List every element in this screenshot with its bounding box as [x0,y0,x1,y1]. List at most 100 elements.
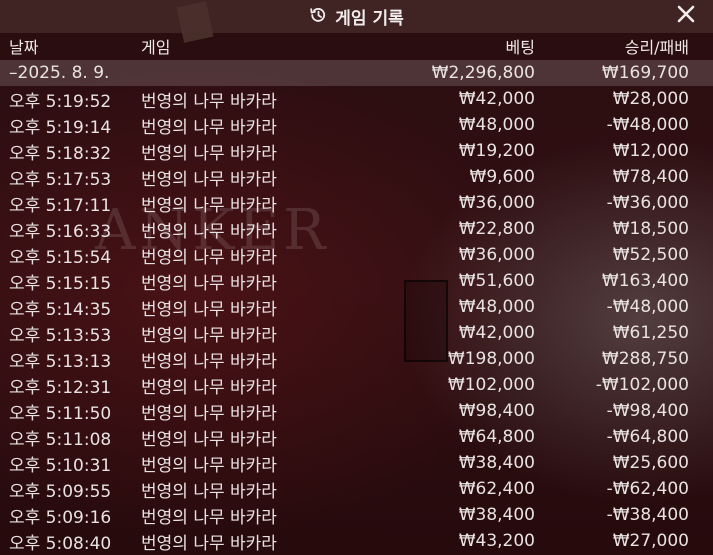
row-win-loss: ₩28,000 [612,89,689,109]
summary-win-loss: ₩169,700 [601,63,689,83]
title-bar: 게임 기록 [0,0,713,33]
title-group: 게임 기록 [309,4,404,29]
row-time: 오후 5:18:32 [9,143,112,164]
row-bet: ₩64,800 [458,427,535,447]
table-row[interactable]: 오후 5:11:08 번영의 나무 바카라 ₩64,800 -₩64,800 [0,424,713,450]
row-game: 번영의 나무 바카라 [141,481,277,502]
row-game: 번영의 나무 바카라 [141,221,277,242]
row-bet: ₩102,000 [447,375,535,395]
row-time: 오후 5:16:33 [9,221,112,242]
game-history-panel: 게임 기록 날짜 게임 베팅 승리/패배 –2025. 8. 9. ₩2,296… [0,0,713,555]
table-row[interactable]: 오후 5:19:52 번영의 나무 바카라 ₩42,000 ₩28,000 [0,86,713,112]
row-bet: ₩36,000 [458,193,535,213]
row-bet: ₩42,000 [458,323,535,343]
row-game: 번영의 나무 바카라 [141,403,277,424]
summary-bet: ₩2,296,800 [431,63,535,83]
column-header-game[interactable]: 게임 [141,34,170,58]
row-game: 번영의 나무 바카라 [141,325,277,346]
row-win-loss: -₩38,400 [606,505,689,525]
summary-date: –2025. 8. 9. [9,63,110,83]
table-row[interactable]: 오후 5:16:33 번영의 나무 바카라 ₩22,800 ₩18,500 [0,216,713,242]
row-bet: ₩43,200 [458,531,535,551]
row-bet: ₩36,000 [458,245,535,265]
row-win-loss: -₩98,400 [606,401,689,421]
row-game: 번영의 나무 바카라 [141,351,277,372]
row-win-loss: ₩25,600 [612,453,689,473]
row-time: 오후 5:19:52 [9,91,112,112]
table-row[interactable]: 오후 5:10:31 번영의 나무 바카라 ₩38,400 ₩25,600 [0,450,713,476]
row-time: 오후 5:13:53 [9,325,112,346]
row-time: 오후 5:08:40 [9,533,112,554]
row-time: 오후 5:11:50 [9,403,112,424]
table-row[interactable]: 오후 5:15:15 번영의 나무 바카라 ₩51,600 ₩163,400 [0,268,713,294]
row-bet: ₩22,800 [458,219,535,239]
row-time: 오후 5:17:53 [9,169,112,190]
close-button[interactable] [673,3,699,29]
row-bet: ₩48,000 [458,297,535,317]
row-game: 번영의 나무 바카라 [141,247,277,268]
close-icon [676,4,696,28]
table-row[interactable]: 오후 5:13:13 번영의 나무 바카라 ₩198,000 ₩288,750 [0,346,713,372]
row-time: 오후 5:09:55 [9,481,112,502]
row-time: 오후 5:11:08 [9,429,112,450]
row-bet: ₩98,400 [458,401,535,421]
history-icon [309,6,327,28]
row-bet: ₩38,400 [458,453,535,473]
column-header-win-loss[interactable]: 승리/패배 [625,34,689,58]
page-title: 게임 기록 [335,9,404,29]
table-row[interactable]: 오후 5:17:11 번영의 나무 바카라 ₩36,000 -₩36,000 [0,190,713,216]
date-summary-row[interactable]: –2025. 8. 9. ₩2,296,800 ₩169,700 [0,60,713,86]
table-row[interactable]: 오후 5:14:35 번영의 나무 바카라 ₩48,000 -₩48,000 [0,294,713,320]
row-time: 오후 5:15:15 [9,273,112,294]
column-header-date[interactable]: 날짜 [9,34,38,58]
table-row[interactable]: 오후 5:13:53 번영의 나무 바카라 ₩42,000 ₩61,250 [0,320,713,346]
row-game: 번영의 나무 바카라 [141,533,277,554]
row-bet: ₩38,400 [458,505,535,525]
row-bet: ₩9,600 [469,167,535,187]
table-row[interactable]: 오후 5:15:54 번영의 나무 바카라 ₩36,000 ₩52,500 [0,242,713,268]
row-win-loss: -₩102,000 [595,375,689,395]
row-time: 오후 5:09:16 [9,507,112,528]
row-game: 번영의 나무 바카라 [141,507,277,528]
row-win-loss: ₩288,750 [601,349,689,369]
row-bet: ₩62,400 [458,479,535,499]
row-time: 오후 5:17:11 [9,195,112,216]
row-game: 번영의 나무 바카라 [141,455,277,476]
table-row[interactable]: 오후 5:09:55 번영의 나무 바카라 ₩62,400 -₩62,400 [0,476,713,502]
row-bet: ₩51,600 [458,271,535,291]
row-time: 오후 5:19:14 [9,117,112,138]
row-game: 번영의 나무 바카라 [141,273,277,294]
row-win-loss: ₩78,400 [612,167,689,187]
row-win-loss: ₩18,500 [612,219,689,239]
row-win-loss: -₩62,400 [606,479,689,499]
row-game: 번영의 나무 바카라 [141,143,277,164]
table-row[interactable]: 오후 5:11:50 번영의 나무 바카라 ₩98,400 -₩98,400 [0,398,713,424]
column-header-bet[interactable]: 베팅 [506,34,535,58]
row-time: 오후 5:12:31 [9,377,112,398]
row-game: 번영의 나무 바카라 [141,195,277,216]
row-win-loss: ₩61,250 [612,323,689,343]
row-game: 번영의 나무 바카라 [141,299,277,320]
row-win-loss: ₩52,500 [612,245,689,265]
row-game: 번영의 나무 바카라 [141,429,277,450]
row-game: 번영의 나무 바카라 [141,377,277,398]
table-row[interactable]: 오후 5:18:32 번영의 나무 바카라 ₩19,200 ₩12,000 [0,138,713,164]
table-row[interactable]: 오후 5:08:40 번영의 나무 바카라 ₩43,200 ₩27,000 [0,528,713,554]
row-win-loss: -₩48,000 [606,297,689,317]
row-win-loss: ₩163,400 [601,271,689,291]
table-row[interactable]: 오후 5:12:31 번영의 나무 바카라 ₩102,000 -₩102,000 [0,372,713,398]
row-game: 번영의 나무 바카라 [141,91,277,112]
row-win-loss: -₩48,000 [606,115,689,135]
row-game: 번영의 나무 바카라 [141,169,277,190]
row-win-loss: ₩12,000 [612,141,689,161]
row-win-loss: ₩27,000 [612,531,689,551]
table-row[interactable]: 오후 5:09:16 번영의 나무 바카라 ₩38,400 -₩38,400 [0,502,713,528]
row-bet: ₩48,000 [458,115,535,135]
table-row[interactable]: 오후 5:17:53 번영의 나무 바카라 ₩9,600 ₩78,400 [0,164,713,190]
row-win-loss: -₩64,800 [606,427,689,447]
row-time: 오후 5:15:54 [9,247,112,268]
table-row[interactable]: 오후 5:19:14 번영의 나무 바카라 ₩48,000 -₩48,000 [0,112,713,138]
row-time: 오후 5:14:35 [9,299,112,320]
row-win-loss: -₩36,000 [606,193,689,213]
row-time: 오후 5:10:31 [9,455,112,476]
